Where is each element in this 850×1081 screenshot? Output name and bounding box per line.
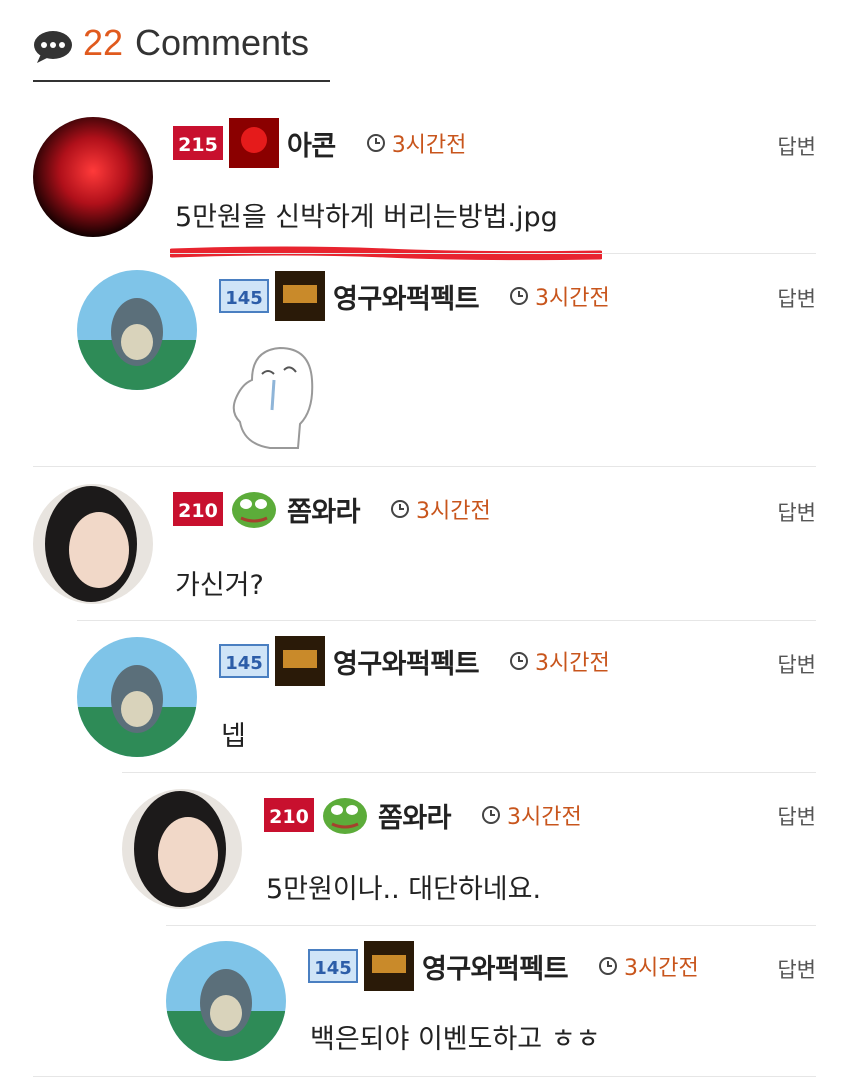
pepe-icon xyxy=(320,790,370,840)
comment-text: 5만원을 신박하게 버리는방법.jpg xyxy=(175,202,558,233)
avatar[interactable] xyxy=(166,941,286,1061)
svg-text:145: 145 xyxy=(225,653,263,674)
comments-label: Comments xyxy=(135,22,310,63)
comment-text: 5만원이나.. 대단하네요. xyxy=(266,874,542,905)
timestamp: 3시간전 xyxy=(598,950,699,982)
timestamp: 3시간전 xyxy=(366,127,466,159)
level-badge-icon: 215 xyxy=(173,126,223,160)
nickname[interactable]: 쫌와라 xyxy=(287,490,361,529)
member-icon xyxy=(229,118,279,168)
svg-text:210: 210 xyxy=(178,500,218,522)
nickname[interactable]: 쫌와라 xyxy=(378,796,452,835)
divider xyxy=(77,620,816,621)
avatar[interactable] xyxy=(77,270,197,390)
avatar[interactable] xyxy=(33,484,153,604)
comments-header: 22 Comments xyxy=(33,22,330,82)
pepe-icon xyxy=(229,484,279,534)
reply-button[interactable]: 답변 xyxy=(777,801,816,831)
member-icon xyxy=(364,941,414,991)
divider xyxy=(166,925,816,926)
nickname[interactable]: 영구와퍽펙트 xyxy=(333,642,480,681)
comment-meta: 145 영구와퍽펙트 3시간전 xyxy=(219,271,610,321)
level-badge-icon: 210 xyxy=(173,492,223,526)
comment-text: 넵 xyxy=(221,721,246,752)
level-badge-icon: 210 xyxy=(264,798,314,832)
timestamp: 3시간전 xyxy=(481,799,582,831)
timestamp: 3시간전 xyxy=(390,493,491,525)
level-badge-icon: 145 xyxy=(219,644,269,678)
svg-text:145: 145 xyxy=(314,958,352,979)
speech-bubble-icon xyxy=(33,30,73,68)
svg-text:210: 210 xyxy=(269,806,309,828)
reply-button[interactable]: 답변 xyxy=(777,649,816,679)
avatar[interactable] xyxy=(33,117,153,237)
comment-text: 백은되야 이벤도하고 ㅎㅎ xyxy=(310,1024,601,1055)
reply-button[interactable]: 답변 xyxy=(777,497,816,527)
reply-button[interactable]: 답변 xyxy=(777,283,816,313)
comment-count: 22 xyxy=(83,22,124,63)
svg-text:215: 215 xyxy=(178,134,218,156)
comment-meta: 215 아콘 3시간전 xyxy=(173,118,466,168)
timestamp: 3시간전 xyxy=(509,280,610,312)
member-icon xyxy=(275,271,325,321)
avatar[interactable] xyxy=(122,789,242,909)
level-badge-icon: 145 xyxy=(219,279,269,313)
reply-button[interactable]: 답변 xyxy=(777,131,816,161)
comment-meta: 210 쫌와라 3시간전 xyxy=(173,488,491,530)
timestamp: 3시간전 xyxy=(509,645,610,677)
nickname[interactable]: 영구와퍽펙트 xyxy=(333,277,480,316)
divider xyxy=(170,253,816,254)
reply-button[interactable]: 답변 xyxy=(777,954,816,984)
sticker-image xyxy=(222,340,320,452)
svg-text:145: 145 xyxy=(225,288,263,309)
level-badge-icon: 145 xyxy=(308,949,358,983)
avatar[interactable] xyxy=(77,637,197,757)
comment-text: 가신거? xyxy=(175,570,264,601)
comment-meta: 210 쫌와라 3시간전 xyxy=(264,794,582,836)
comment-meta: 145 영구와퍽펙트 3시간전 xyxy=(308,941,699,991)
divider xyxy=(33,1076,816,1077)
nickname[interactable]: 영구와퍽펙트 xyxy=(422,947,569,986)
member-icon xyxy=(275,636,325,686)
comment-meta: 145 영구와퍽펙트 3시간전 xyxy=(219,636,610,686)
nickname[interactable]: 아콘 xyxy=(287,124,336,163)
divider xyxy=(33,466,816,467)
divider xyxy=(122,772,816,773)
